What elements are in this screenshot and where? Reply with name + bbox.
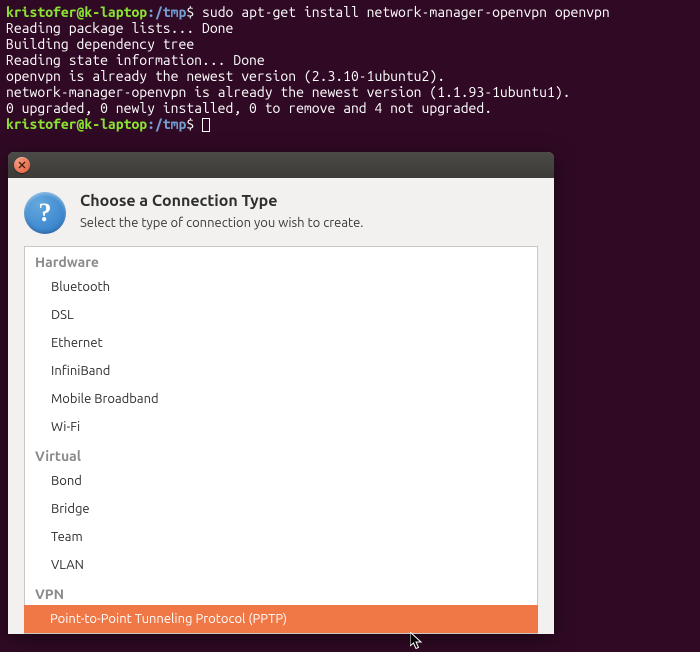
terminal-line: Reading state information... Done — [6, 52, 265, 68]
dialog-title: Choose a Connection Type — [80, 192, 364, 210]
list-item-mobile-broadband[interactable]: Mobile Broadband — [25, 385, 537, 413]
terminal-line: network-manager-openvpn is already the n… — [6, 84, 570, 100]
list-item-dsl[interactable]: DSL — [25, 301, 537, 329]
group-header-hardware: Hardware — [25, 247, 537, 273]
dialog-body: ? Choose a Connection Type Select the ty… — [8, 178, 554, 634]
terminal-line: Reading package lists... Done — [6, 20, 233, 36]
list-item-pptp[interactable]: Point-to-Point Tunneling Protocol (PPTP) — [24, 605, 538, 633]
list-item-bluetooth[interactable]: Bluetooth — [25, 273, 537, 301]
prompt-path: /tmp — [155, 116, 186, 132]
terminal-cursor[interactable] — [202, 118, 210, 132]
prompt-colon: : — [147, 116, 155, 132]
connection-type-dialog: ? Choose a Connection Type Select the ty… — [8, 152, 554, 634]
prompt-dollar: $ — [186, 116, 194, 132]
prompt-dollar: $ — [186, 4, 194, 20]
list-item-vlan[interactable]: VLAN — [25, 551, 537, 579]
list-item-team[interactable]: Team — [25, 523, 537, 551]
group-header-vpn: VPN — [25, 579, 537, 605]
prompt-userhost: kristofer@k-laptop — [6, 4, 147, 20]
dialog-titlebar[interactable] — [8, 152, 554, 178]
terminal-line: 0 upgraded, 0 newly installed, 0 to remo… — [6, 100, 492, 116]
dialog-subtitle: Select the type of connection you wish t… — [80, 216, 364, 230]
mouse-cursor-icon — [410, 632, 426, 652]
list-item-infiniband[interactable]: InfiniBand — [25, 357, 537, 385]
list-item-wifi[interactable]: Wi-Fi — [25, 413, 537, 441]
terminal-line: Building dependency tree — [6, 36, 194, 52]
list-item-bridge[interactable]: Bridge — [25, 495, 537, 523]
close-icon — [18, 161, 26, 169]
list-item-bond[interactable]: Bond — [25, 467, 537, 495]
list-item-ethernet[interactable]: Ethernet — [25, 329, 537, 357]
group-header-virtual: Virtual — [25, 441, 537, 467]
terminal-line: openvpn is already the newest version (2… — [6, 68, 445, 84]
close-button[interactable] — [14, 157, 30, 173]
prompt-userhost: kristofer@k-laptop — [6, 116, 147, 132]
question-icon: ? — [24, 192, 66, 234]
connection-type-list[interactable]: Hardware Bluetooth DSL Ethernet InfiniBa… — [24, 246, 538, 634]
terminal-command: sudo apt-get install network-manager-ope… — [202, 4, 610, 20]
terminal-output: kristofer@k-laptop:/tmp$ sudo apt-get in… — [0, 0, 700, 136]
prompt-path: /tmp — [155, 4, 186, 20]
prompt-colon: : — [147, 4, 155, 20]
